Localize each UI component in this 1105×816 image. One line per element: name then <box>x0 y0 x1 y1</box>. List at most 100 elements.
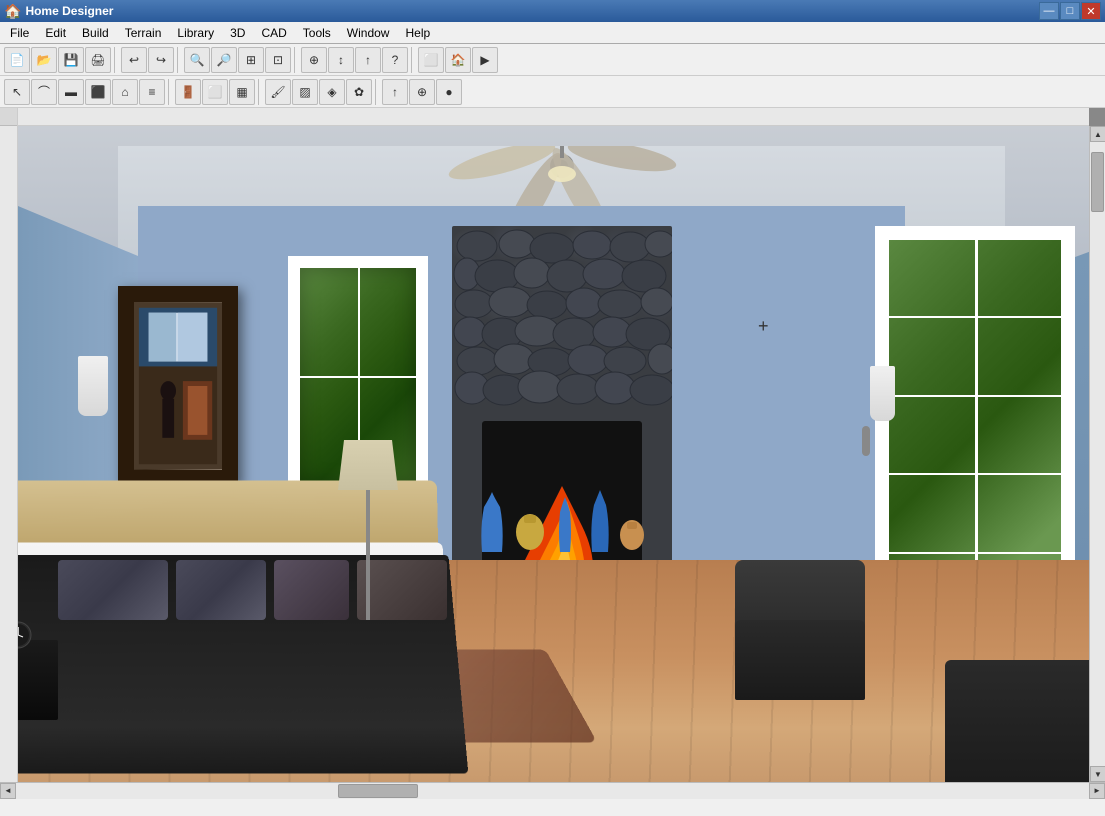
h-scroll-thumb[interactable] <box>338 784 418 798</box>
select-button[interactable]: ↖ <box>4 79 30 105</box>
separator3 <box>294 47 298 73</box>
zoom-in-button[interactable]: 🔎 <box>211 47 237 73</box>
app-icon: 🏠 <box>4 3 21 20</box>
plan-view-button[interactable]: ⬜ <box>418 47 444 73</box>
artwork <box>134 302 222 470</box>
menu-file[interactable]: File <box>2 24 37 42</box>
status-bar <box>0 798 1105 816</box>
north-arrow-button[interactable]: ↑ <box>382 79 408 105</box>
measure-button[interactable]: ↕ <box>328 47 354 73</box>
roof-button[interactable]: ⌂ <box>112 79 138 105</box>
separator6 <box>258 79 262 105</box>
left-ruler <box>0 108 18 782</box>
menu-cad[interactable]: CAD <box>253 24 294 42</box>
pillow <box>176 560 266 620</box>
menu-window[interactable]: Window <box>339 24 398 42</box>
top-ruler <box>18 108 1089 126</box>
menu-build[interactable]: Build <box>74 24 117 42</box>
mantle-vases <box>462 487 662 557</box>
menu-3d[interactable]: 3D <box>222 24 253 42</box>
pan-button[interactable]: ⊕ <box>301 47 327 73</box>
sconce-body <box>78 356 108 416</box>
symbol-button[interactable]: ✿ <box>346 79 372 105</box>
separator5 <box>168 79 172 105</box>
pillows <box>58 560 458 620</box>
menu-terrain[interactable]: Terrain <box>117 24 170 42</box>
armchair2 <box>945 660 1105 782</box>
scroll-track[interactable] <box>1090 142 1105 766</box>
polyline-button[interactable]: ⌒ <box>31 79 57 105</box>
undo-button[interactable]: ↩ <box>121 47 147 73</box>
title-bar-controls: — □ ✕ <box>1039 2 1101 20</box>
h-scroll-track[interactable] <box>16 783 1089 799</box>
separator7 <box>375 79 379 105</box>
title-bar-left: 🏠 Home Designer <box>4 3 113 20</box>
scroll-thumb[interactable] <box>1091 152 1104 212</box>
save-button[interactable]: 💾 <box>58 47 84 73</box>
bedside-clock <box>18 620 33 650</box>
window-button[interactable]: ⬜ <box>202 79 228 105</box>
door-button[interactable]: 🚪 <box>175 79 201 105</box>
open-button[interactable]: 📂 <box>31 47 57 73</box>
maximize-button[interactable]: □ <box>1060 2 1080 20</box>
zoom-out-button[interactable]: 🔍 <box>184 47 210 73</box>
main-area: + ▲ ▼ <box>0 108 1105 782</box>
title-bar: 🏠 Home Designer — □ ✕ <box>0 0 1105 22</box>
material-button[interactable]: ◈ <box>319 79 345 105</box>
new-button[interactable]: 📄 <box>4 47 30 73</box>
separator4 <box>411 47 415 73</box>
door-grid-row <box>889 397 1061 475</box>
right-sconce <box>870 366 895 421</box>
menu-edit[interactable]: Edit <box>37 24 74 42</box>
stair-button[interactable]: ▦ <box>229 79 255 105</box>
scroll-down-button[interactable]: ▼ <box>1090 766 1105 782</box>
wall-sconce <box>78 356 108 416</box>
lamp-pole <box>366 490 370 620</box>
scroll-up-button[interactable]: ▲ <box>1090 126 1105 142</box>
artwork-frame <box>118 286 238 486</box>
walk-button[interactable]: ▶ <box>472 47 498 73</box>
toolbar2: ↖ ⌒ ▬ ⬛ ⌂ ≡ 🚪 ⬜ ▦ 🖌 ▨ ◈ ✿ ↑ ⊕ ● <box>0 76 1105 108</box>
title-bar-title: Home Designer <box>25 4 113 18</box>
armchair-body <box>735 620 865 700</box>
menu-bar: File Edit Build Terrain Library 3D CAD T… <box>0 22 1105 44</box>
print-button[interactable]: 🖨 <box>85 47 111 73</box>
armchair <box>735 580 875 700</box>
floor-lamp <box>338 440 398 620</box>
wall-button[interactable]: ▬ <box>58 79 84 105</box>
floor-button[interactable]: ⬛ <box>85 79 111 105</box>
record-button[interactable]: ● <box>436 79 462 105</box>
minimize-button[interactable]: — <box>1039 2 1059 20</box>
menu-help[interactable]: Help <box>397 24 438 42</box>
zoom-fit-button[interactable]: ⊞ <box>238 47 264 73</box>
menu-tools[interactable]: Tools <box>295 24 339 42</box>
close-button[interactable]: ✕ <box>1081 2 1101 20</box>
toolbar1: 📄 📂 💾 🖨 ↩ ↪ 🔍 🔎 ⊞ ⊡ ⊕ ↕ ↑ ? ⬜ 🏠 ▶ <box>0 44 1105 76</box>
up-arrow-button[interactable]: ↑ <box>355 47 381 73</box>
house-button[interactable]: 🏠 <box>445 47 471 73</box>
scroll-right-button[interactable]: ► <box>1089 783 1105 799</box>
zoom-window-button[interactable]: ⊡ <box>265 47 291 73</box>
separator1 <box>114 47 118 73</box>
right-scrollbar: ▲ ▼ <box>1089 126 1105 782</box>
cabinet-button[interactable]: ≡ <box>139 79 165 105</box>
3d-scene: + <box>18 126 1105 782</box>
door-grid-row <box>889 475 1061 553</box>
scroll-left-button[interactable]: ◄ <box>0 783 16 799</box>
gradient-button[interactable]: ▨ <box>292 79 318 105</box>
door-grid-row <box>889 318 1061 396</box>
nightstand <box>18 640 58 720</box>
menu-library[interactable]: Library <box>169 24 222 42</box>
canvas-area[interactable]: + ▲ ▼ <box>18 108 1105 782</box>
pillow <box>58 560 168 620</box>
bottom-scrollbar: ◄ ► <box>0 782 1105 798</box>
door-handle <box>862 426 870 456</box>
door-grid-row <box>889 240 1061 318</box>
help-pointer-button[interactable]: ? <box>382 47 408 73</box>
move-button[interactable]: ⊕ <box>409 79 435 105</box>
paint-button[interactable]: 🖌 <box>265 79 291 105</box>
lamp-shade <box>338 440 398 490</box>
ruler-corner <box>0 108 18 126</box>
redo-button[interactable]: ↪ <box>148 47 174 73</box>
separator2 <box>177 47 181 73</box>
